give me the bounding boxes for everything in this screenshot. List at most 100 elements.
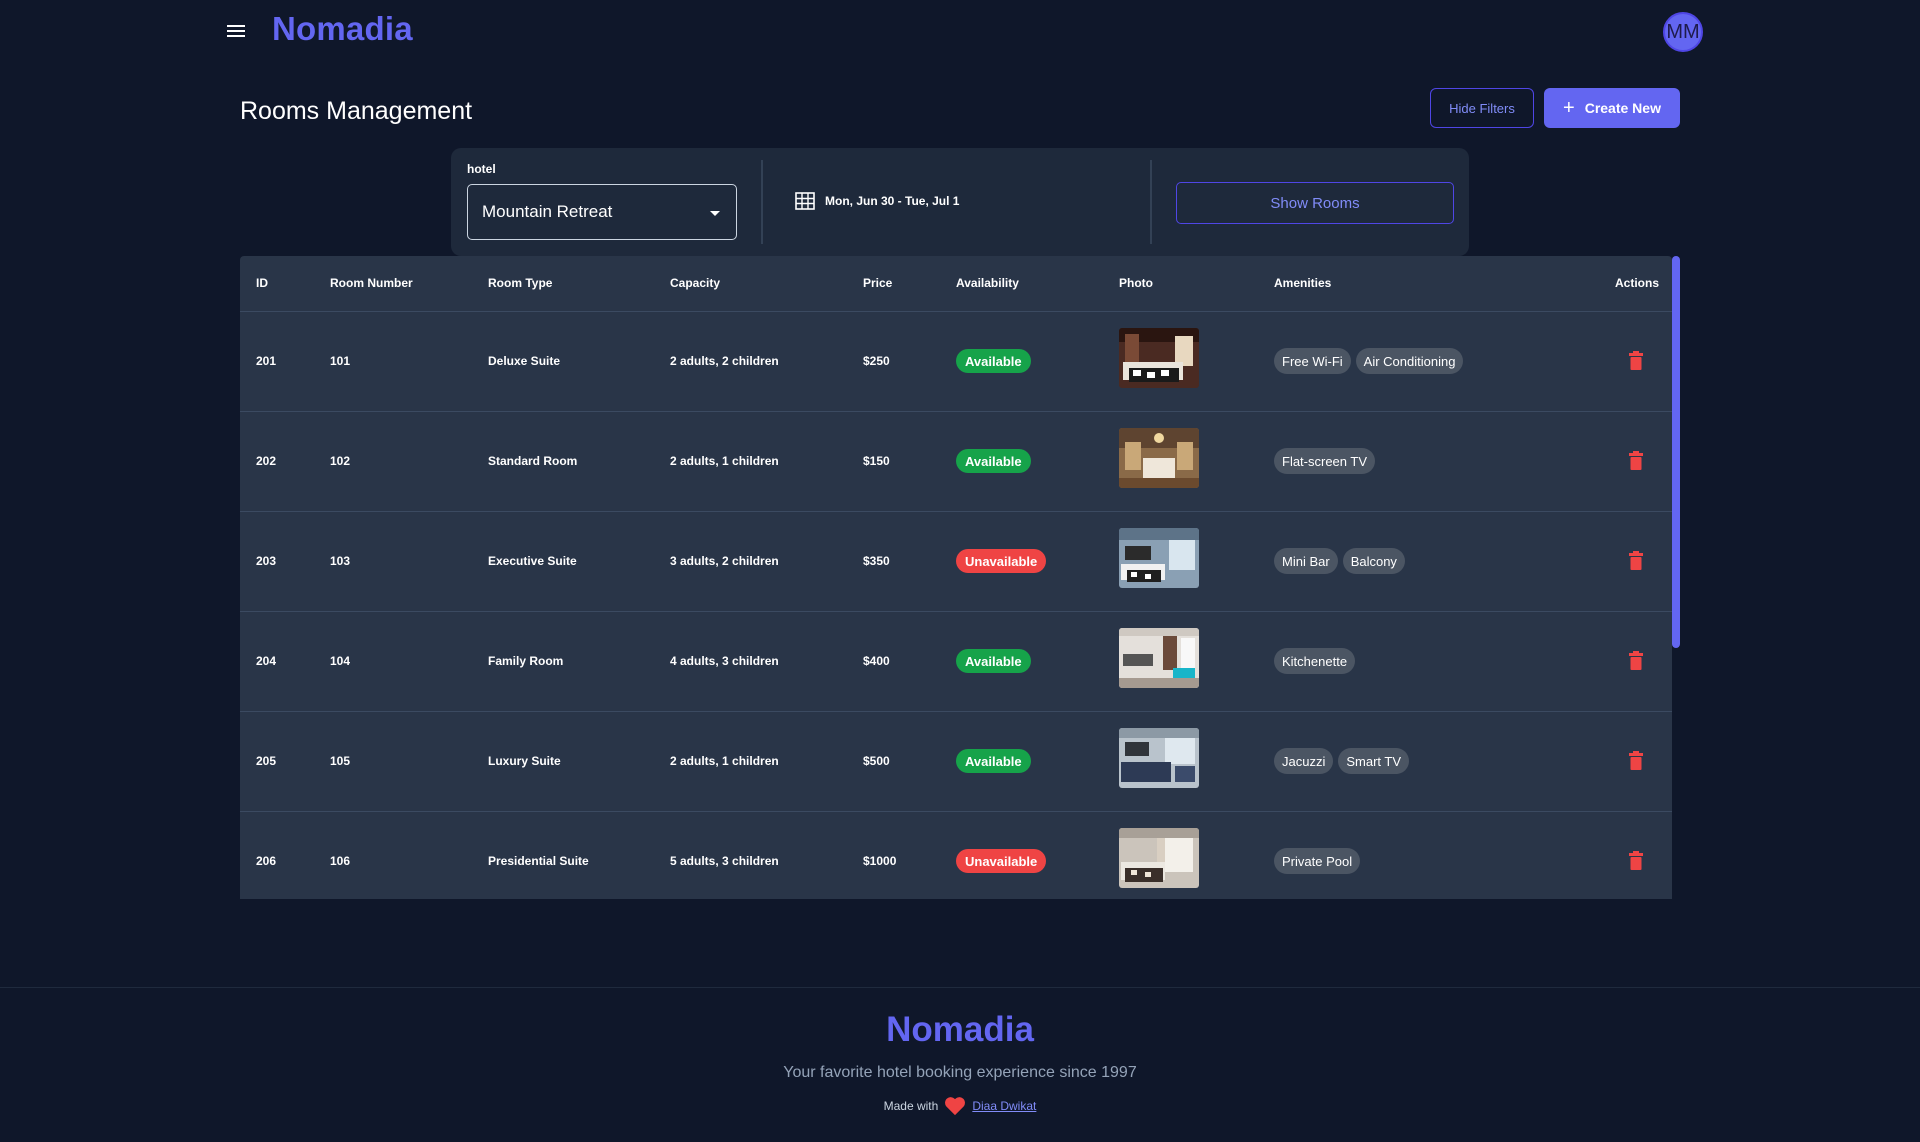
delete-trash-icon[interactable] xyxy=(1628,351,1644,371)
cell-capacity: 3 adults, 2 children xyxy=(670,554,779,568)
table-scrollbar[interactable] xyxy=(1672,256,1680,648)
cell-room-number: 104 xyxy=(330,654,351,668)
delete-trash-icon[interactable] xyxy=(1628,551,1644,571)
amenity-chip: Smart TV xyxy=(1338,748,1410,774)
room-photo[interactable] xyxy=(1119,328,1199,388)
cell-capacity: 4 adults, 3 children xyxy=(670,654,779,668)
cell-room-number: 106 xyxy=(330,854,351,868)
amenities-list: Kitchenette xyxy=(1274,648,1356,674)
status-badge: Available xyxy=(956,749,1031,773)
status-badge: Unavailable xyxy=(956,849,1047,873)
amenity-chip: Mini Bar xyxy=(1274,548,1338,574)
cell-capacity: 5 adults, 3 children xyxy=(670,854,779,868)
column-header-capacity: Capacity xyxy=(670,276,721,290)
amenities-list: Mini Bar Balcony xyxy=(1274,548,1405,574)
cell-id: 202 xyxy=(256,454,277,468)
cell-room-type: Executive Suite xyxy=(488,554,577,568)
avatar[interactable]: MM xyxy=(1663,12,1703,52)
create-new-button[interactable]: + Create New xyxy=(1544,88,1680,128)
author-link[interactable]: Diaa Dwikat xyxy=(972,1099,1036,1113)
table-row[interactable]: 205 105 Luxury Suite 2 adults, 1 childre… xyxy=(240,712,1672,812)
cell-room-type: Standard Room xyxy=(488,454,578,468)
cell-id: 204 xyxy=(256,654,277,668)
column-header-room-number: Room Number xyxy=(330,276,413,290)
rooms-table: ID Room Number Room Type Capacity Price … xyxy=(240,256,1672,899)
room-photo[interactable] xyxy=(1119,428,1199,488)
cell-capacity: 2 adults, 2 children xyxy=(670,354,779,368)
footer-divider xyxy=(0,987,1920,988)
hotel-select-value: Mountain Retreat xyxy=(482,202,613,221)
table-header: ID Room Number Room Type Capacity Price … xyxy=(240,256,1672,312)
top-bar: Nomadia MM xyxy=(0,0,1920,64)
cell-room-number: 105 xyxy=(330,754,351,768)
date-range-picker[interactable]: Mon, Jun 30 - Tue, Jul 1 xyxy=(795,192,959,210)
plus-icon: + xyxy=(1563,97,1575,119)
delete-trash-icon[interactable] xyxy=(1628,651,1644,671)
table-row[interactable]: 201 101 Deluxe Suite 2 adults, 2 childre… xyxy=(240,312,1672,412)
table-row[interactable]: 206 106 Presidential Suite 5 adults, 3 c… xyxy=(240,812,1672,899)
amenity-chip: Balcony xyxy=(1342,548,1405,574)
caret-down-icon xyxy=(710,211,720,216)
cell-room-type: Presidential Suite xyxy=(488,854,589,868)
filters-panel: hotel Mountain Retreat Mon, Jun 30 - Tue… xyxy=(451,148,1469,256)
room-photo[interactable] xyxy=(1119,628,1199,688)
amenity-chip: Jacuzzi xyxy=(1274,748,1334,774)
amenity-chip: Flat-screen TV xyxy=(1274,448,1376,474)
column-header-photo: Photo xyxy=(1119,276,1153,290)
cell-capacity: 2 adults, 1 children xyxy=(670,454,779,468)
cell-id: 201 xyxy=(256,354,277,368)
amenity-chip: Kitchenette xyxy=(1274,648,1356,674)
page-title: Rooms Management xyxy=(240,97,473,125)
cell-room-number: 101 xyxy=(330,354,351,368)
cell-price: $150 xyxy=(863,454,890,468)
amenities-list: Flat-screen TV xyxy=(1274,448,1376,474)
hotel-select[interactable]: Mountain Retreat xyxy=(467,184,737,240)
table-row[interactable]: 204 104 Family Room 4 adults, 3 children… xyxy=(240,612,1672,712)
cell-price: $500 xyxy=(863,754,890,768)
calendar-grid-icon xyxy=(795,192,815,210)
cell-id: 206 xyxy=(256,854,277,868)
amenities-list: Private Pool xyxy=(1274,848,1361,874)
room-photo[interactable] xyxy=(1119,828,1199,888)
footer-brand: Nomadia xyxy=(886,1010,1034,1049)
divider xyxy=(761,160,763,244)
footer-credit: Made with Diaa Dwikat xyxy=(0,1096,1920,1116)
amenities-list: Jacuzzi Smart TV xyxy=(1274,748,1410,774)
made-with-text: Made with xyxy=(883,1099,939,1113)
delete-trash-icon[interactable] xyxy=(1628,751,1644,771)
status-badge: Available xyxy=(956,649,1031,673)
column-header-amenities: Amenities xyxy=(1274,276,1332,290)
delete-trash-icon[interactable] xyxy=(1628,851,1644,871)
cell-id: 205 xyxy=(256,754,277,768)
amenity-chip: Private Pool xyxy=(1274,848,1361,874)
footer-tagline: Your favorite hotel booking experience s… xyxy=(783,1064,1137,1081)
cell-price: $350 xyxy=(863,554,890,568)
status-badge: Available xyxy=(956,349,1031,373)
table-row[interactable]: 203 103 Executive Suite 3 adults, 2 chil… xyxy=(240,512,1672,612)
hotel-label: hotel xyxy=(467,162,496,176)
cell-room-number: 102 xyxy=(330,454,351,468)
hide-filters-button[interactable]: Hide Filters xyxy=(1430,88,1534,128)
cell-price: $1000 xyxy=(863,854,897,868)
column-header-actions: Actions xyxy=(1615,276,1660,290)
show-rooms-button[interactable]: Show Rooms xyxy=(1176,182,1454,224)
date-range-text: Mon, Jun 30 - Tue, Jul 1 xyxy=(825,194,960,208)
column-header-room-type: Room Type xyxy=(488,276,553,290)
amenities-list: Free Wi-Fi Air Conditioning xyxy=(1274,348,1464,374)
create-new-label: Create New xyxy=(1584,100,1661,116)
divider xyxy=(1150,160,1152,244)
hamburger-menu-icon[interactable] xyxy=(224,22,248,42)
column-header-id: ID xyxy=(256,276,268,290)
room-photo[interactable] xyxy=(1119,528,1199,588)
delete-trash-icon[interactable] xyxy=(1628,451,1644,471)
column-header-price: Price xyxy=(863,276,893,290)
status-badge: Unavailable xyxy=(956,549,1047,573)
brand-logo[interactable]: Nomadia xyxy=(272,10,413,48)
heart-icon xyxy=(945,1097,966,1116)
room-photo[interactable] xyxy=(1119,728,1199,788)
amenity-chip: Air Conditioning xyxy=(1355,348,1464,374)
cell-room-type: Family Room xyxy=(488,654,564,668)
cell-id: 203 xyxy=(256,554,277,568)
cell-price: $250 xyxy=(863,354,890,368)
table-row[interactable]: 202 102 Standard Room 2 adults, 1 childr… xyxy=(240,412,1672,512)
